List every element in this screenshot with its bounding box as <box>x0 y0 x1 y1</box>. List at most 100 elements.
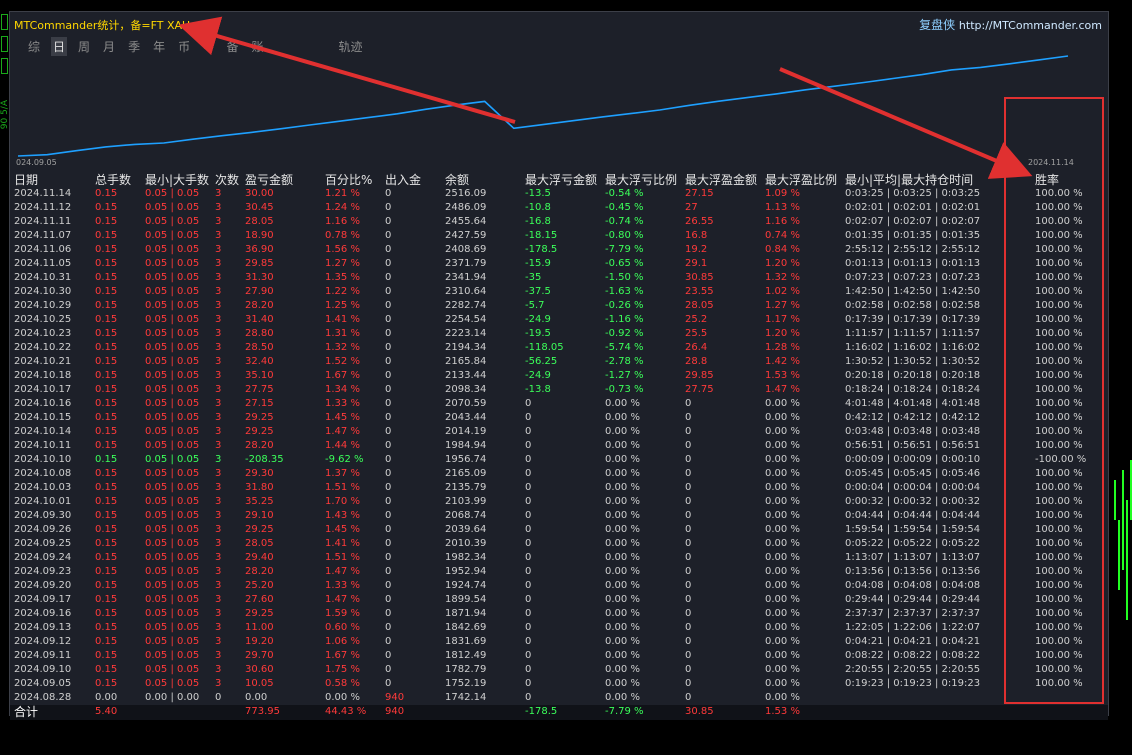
table-row[interactable]: 2024.10.18 0.15 0.05 | 0.05 3 35.10 1.67 % 0 21… <box>10 369 1108 383</box>
cell-minmax: 0.05 | 0.05 <box>145 370 200 381</box>
toolbar-tick[interactable] <box>1 58 8 74</box>
cell-pnl: 30.60 <box>245 664 274 675</box>
table-row[interactable]: 2024.11.07 0.15 0.05 | 0.05 3 18.90 0.78 % 0 24… <box>10 229 1108 243</box>
table-row[interactable]: 2024.09.13 0.15 0.05 | 0.05 3 11.00 0.60 % 0 18… <box>10 621 1108 635</box>
column-header-fl_amt[interactable]: 最大浮亏金额 <box>525 171 597 188</box>
table-row[interactable]: 2024.09.23 0.15 0.05 | 0.05 3 28.20 1.47 % 0 19… <box>10 565 1108 579</box>
column-header-date[interactable]: 日期 <box>14 171 38 188</box>
column-header-pct[interactable]: 百分比% <box>325 171 372 188</box>
cell-hold: 2:20:55 | 2:20:55 | 2:20:55 <box>845 664 981 675</box>
cell-fp_pct: 0.00 % <box>765 496 800 507</box>
table-row[interactable]: 2024.11.11 0.15 0.05 | 0.05 3 28.05 1.16 % 0 24… <box>10 215 1108 229</box>
total-fl_amt: -178.5 <box>525 706 558 717</box>
table-row[interactable]: 2024.09.11 0.15 0.05 | 0.05 3 29.70 1.67 % 0 18… <box>10 649 1108 663</box>
table-row[interactable]: 2024.10.08 0.15 0.05 | 0.05 3 29.30 1.37 % 0 21… <box>10 467 1108 481</box>
cell-fl_amt: 0 <box>525 636 532 647</box>
cell-count: 3 <box>215 622 222 633</box>
table-row[interactable]: 2024.10.03 0.15 0.05 | 0.05 3 31.80 1.51 % 0 21… <box>10 481 1108 495</box>
cell-count: 3 <box>215 412 222 423</box>
cell-count: 3 <box>215 454 222 465</box>
table-row[interactable]: 2024.09.20 0.15 0.05 | 0.05 3 25.20 1.33 % 0 19… <box>10 579 1108 593</box>
cell-fl_amt: -178.5 <box>525 244 558 255</box>
column-header-pnl[interactable]: 盈亏金额 <box>245 171 293 188</box>
cell-count: 3 <box>215 328 222 339</box>
table-row[interactable]: 2024.09.05 0.15 0.05 | 0.05 3 10.05 0.58 % 0 17… <box>10 677 1108 691</box>
cell-fp_amt: 0 <box>685 482 692 493</box>
cell-hold: 0:03:48 | 0:03:48 | 0:03:48 <box>845 426 981 437</box>
table-row[interactable]: 2024.10.25 0.15 0.05 | 0.05 3 31.40 1.41 % 0 22… <box>10 313 1108 327</box>
table-row[interactable]: 2024.10.23 0.15 0.05 | 0.05 3 28.80 1.31 % 0 22… <box>10 327 1108 341</box>
cell-pct: 0.58 % <box>325 678 360 689</box>
table-row[interactable]: 2024.10.01 0.15 0.05 | 0.05 3 35.25 1.70 % 0 21… <box>10 495 1108 509</box>
cell-date: 2024.09.13 <box>14 622 72 633</box>
cell-fl_pct: 0.00 % <box>605 440 640 451</box>
cell-fl_pct: -0.54 % <box>605 188 644 199</box>
cell-pct: 1.32 % <box>325 342 360 353</box>
table-row[interactable]: 2024.10.15 0.15 0.05 | 0.05 3 29.25 1.45 % 0 20… <box>10 411 1108 425</box>
table-row[interactable]: 2024.09.25 0.15 0.05 | 0.05 3 28.05 1.41 % 0 20… <box>10 537 1108 551</box>
table-row[interactable]: 2024.09.24 0.15 0.05 | 0.05 3 29.40 1.51 % 0 19… <box>10 551 1108 565</box>
table-row[interactable]: 2024.11.12 0.15 0.05 | 0.05 3 30.45 1.24 % 0 24… <box>10 201 1108 215</box>
cell-fl_amt: -24.9 <box>525 370 551 381</box>
column-header-fp_pct[interactable]: 最大浮盈比例 <box>765 171 837 188</box>
equity-chart <box>17 55 1069 157</box>
table-row[interactable]: 2024.09.30 0.15 0.05 | 0.05 3 29.10 1.43 % 0 20… <box>10 509 1108 523</box>
toolbar-tick[interactable] <box>1 14 8 30</box>
table-row[interactable]: 2024.10.30 0.15 0.05 | 0.05 3 27.90 1.22 % 0 23… <box>10 285 1108 299</box>
cell-pnl: 28.80 <box>245 328 274 339</box>
cell-balance: 1842.69 <box>445 622 487 633</box>
table-row[interactable]: 2024.10.31 0.15 0.05 | 0.05 3 31.30 1.35 % 0 23… <box>10 271 1108 285</box>
cell-count: 3 <box>215 230 222 241</box>
table-row[interactable]: 2024.10.10 0.15 0.05 | 0.05 3 -208.35 -9.62 %… <box>10 453 1108 467</box>
table-row[interactable]: 2024.10.17 0.15 0.05 | 0.05 3 27.75 1.34 % 0 20… <box>10 383 1108 397</box>
table-row[interactable]: 2024.09.10 0.15 0.05 | 0.05 3 30.60 1.75 % 0 17… <box>10 663 1108 677</box>
table-row[interactable]: 2024.11.06 0.15 0.05 | 0.05 3 36.90 1.56 % 0 24… <box>10 243 1108 257</box>
cell-pnl: 28.20 <box>245 440 274 451</box>
table-row[interactable]: 2024.10.21 0.15 0.05 | 0.05 3 32.40 1.52 % 0 21… <box>10 355 1108 369</box>
column-header-fl_pct[interactable]: 最大浮亏比例 <box>605 171 677 188</box>
cell-minmax: 0.05 | 0.05 <box>145 636 200 647</box>
cell-fl_pct: -1.63 % <box>605 286 644 297</box>
toolbar-tick[interactable] <box>1 36 8 52</box>
table-row[interactable]: 2024.11.05 0.15 0.05 | 0.05 3 29.85 1.27 % 0 23… <box>10 257 1108 271</box>
cell-pnl: 35.25 <box>245 496 274 507</box>
cell-fp_pct: 0.00 % <box>765 678 800 689</box>
cell-fp_pct: 0.00 % <box>765 650 800 661</box>
cell-pct: 0.60 % <box>325 622 360 633</box>
table-row[interactable]: 2024.10.14 0.15 0.05 | 0.05 3 29.25 1.47 % 0 20… <box>10 425 1108 439</box>
table-row[interactable]: 2024.09.12 0.15 0.05 | 0.05 3 19.20 1.06 % 0 18… <box>10 635 1108 649</box>
cell-hold: 0:04:44 | 0:04:44 | 0:04:44 <box>845 510 981 521</box>
cell-count: 3 <box>215 370 222 381</box>
cell-pct: 1.31 % <box>325 328 360 339</box>
cell-fl_amt: 0 <box>525 650 532 661</box>
cell-pct: 1.33 % <box>325 580 360 591</box>
cell-pnl: 32.40 <box>245 356 274 367</box>
cell-minmax: 0.05 | 0.05 <box>145 216 200 227</box>
column-header-fp_amt[interactable]: 最大浮盈金额 <box>685 171 757 188</box>
column-header-count[interactable]: 次数 <box>215 171 239 188</box>
cell-fl_pct: 0.00 % <box>605 398 640 409</box>
table-row[interactable]: 2024.09.17 0.15 0.05 | 0.05 3 27.60 1.47 % 0 18… <box>10 593 1108 607</box>
table-row[interactable]: 2024.10.22 0.15 0.05 | 0.05 3 28.50 1.32 % 0 21… <box>10 341 1108 355</box>
table-row[interactable]: 2024.08.28 0.00 0.00 | 0.00 0 0.00 0.00 % 940 1… <box>10 691 1108 705</box>
cell-minmax: 0.05 | 0.05 <box>145 314 200 325</box>
column-header-minmax[interactable]: 最小|大手数 <box>145 171 209 188</box>
column-header-hold[interactable]: 最小|平均|最大持仓时间 <box>845 171 973 188</box>
column-header-lots[interactable]: 总手数 <box>95 171 131 188</box>
table-row[interactable]: 2024.10.29 0.15 0.05 | 0.05 3 28.20 1.25 % 0 22… <box>10 299 1108 313</box>
cell-hold: 0:19:23 | 0:19:23 | 0:19:23 <box>845 678 981 689</box>
cell-pnl: 30.00 <box>245 188 274 199</box>
cell-lots: 0.15 <box>95 342 118 353</box>
cell-date: 2024.10.11 <box>14 440 72 451</box>
table-row[interactable]: 2024.11.14 0.15 0.05 | 0.05 3 30.00 1.21 % 0 25… <box>10 187 1108 201</box>
table-row[interactable]: 2024.10.16 0.15 0.05 | 0.05 3 27.15 1.33 % 0 20… <box>10 397 1108 411</box>
cell-count: 3 <box>215 566 222 577</box>
column-header-flow[interactable]: 出入金 <box>385 171 421 188</box>
cell-minmax: 0.05 | 0.05 <box>145 538 200 549</box>
cell-fl_pct: 0.00 % <box>605 538 640 549</box>
table-row[interactable]: 2024.09.26 0.15 0.05 | 0.05 3 29.25 1.45 % 0 20… <box>10 523 1108 537</box>
column-header-balance[interactable]: 余额 <box>445 171 469 188</box>
table-row[interactable]: 2024.10.11 0.15 0.05 | 0.05 3 28.20 1.44 % 0 19… <box>10 439 1108 453</box>
cell-pnl: 29.25 <box>245 608 274 619</box>
table-row[interactable]: 2024.09.16 0.15 0.05 | 0.05 3 29.25 1.59 % 0 18… <box>10 607 1108 621</box>
